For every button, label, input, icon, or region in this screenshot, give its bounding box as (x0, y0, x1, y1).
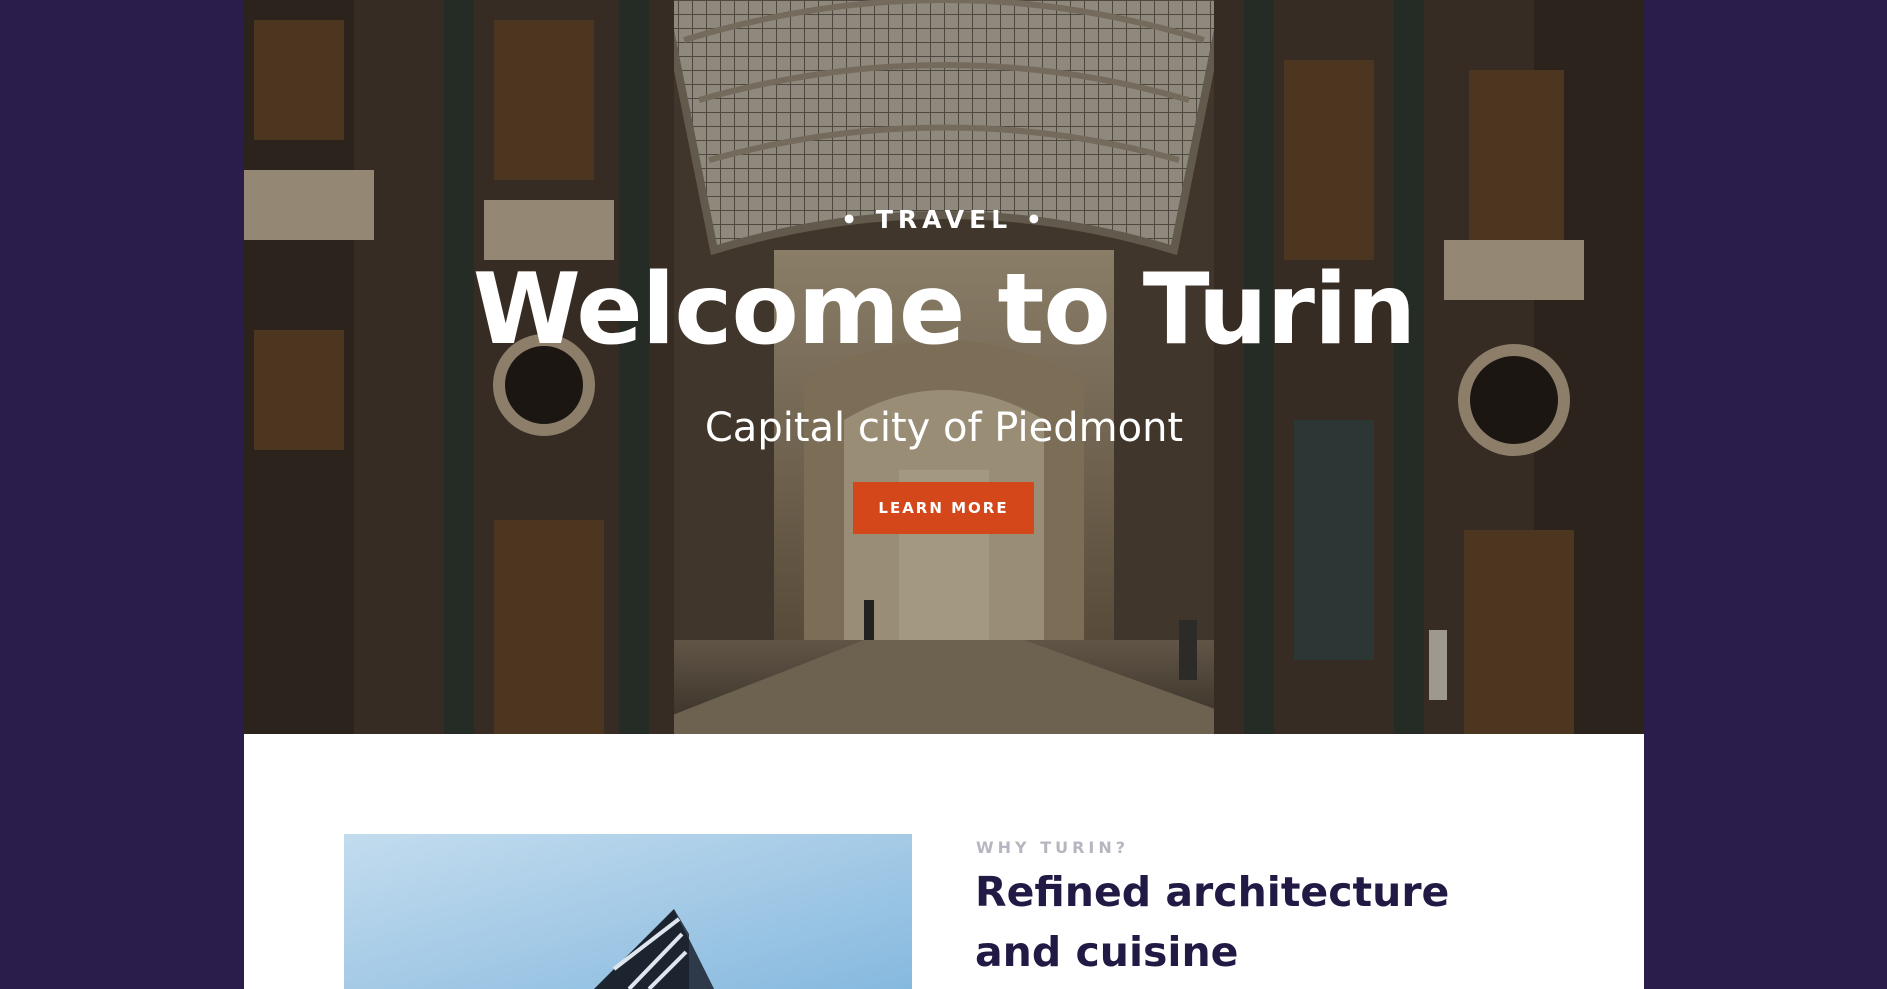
why-turin-section: WHY TURIN? Refined architecture and cuis… (244, 734, 1644, 989)
page-container: • TRAVEL • Welcome to Turin Capital city… (244, 0, 1644, 989)
section-heading: Refined architecture and cuisine (975, 868, 1450, 976)
hero-subtitle: Capital city of Piedmont (704, 405, 1184, 451)
hero-category-label: • TRAVEL • (841, 205, 1047, 234)
hero-dark-overlay (244, 0, 1644, 734)
learn-more-button[interactable]: LEARN MORE (853, 482, 1034, 534)
building-image (344, 834, 912, 989)
hero-section: • TRAVEL • Welcome to Turin Capital city… (244, 0, 1644, 734)
hero-title: Welcome to Turin (472, 253, 1417, 367)
section-eyebrow: WHY TURIN? (976, 838, 1130, 857)
